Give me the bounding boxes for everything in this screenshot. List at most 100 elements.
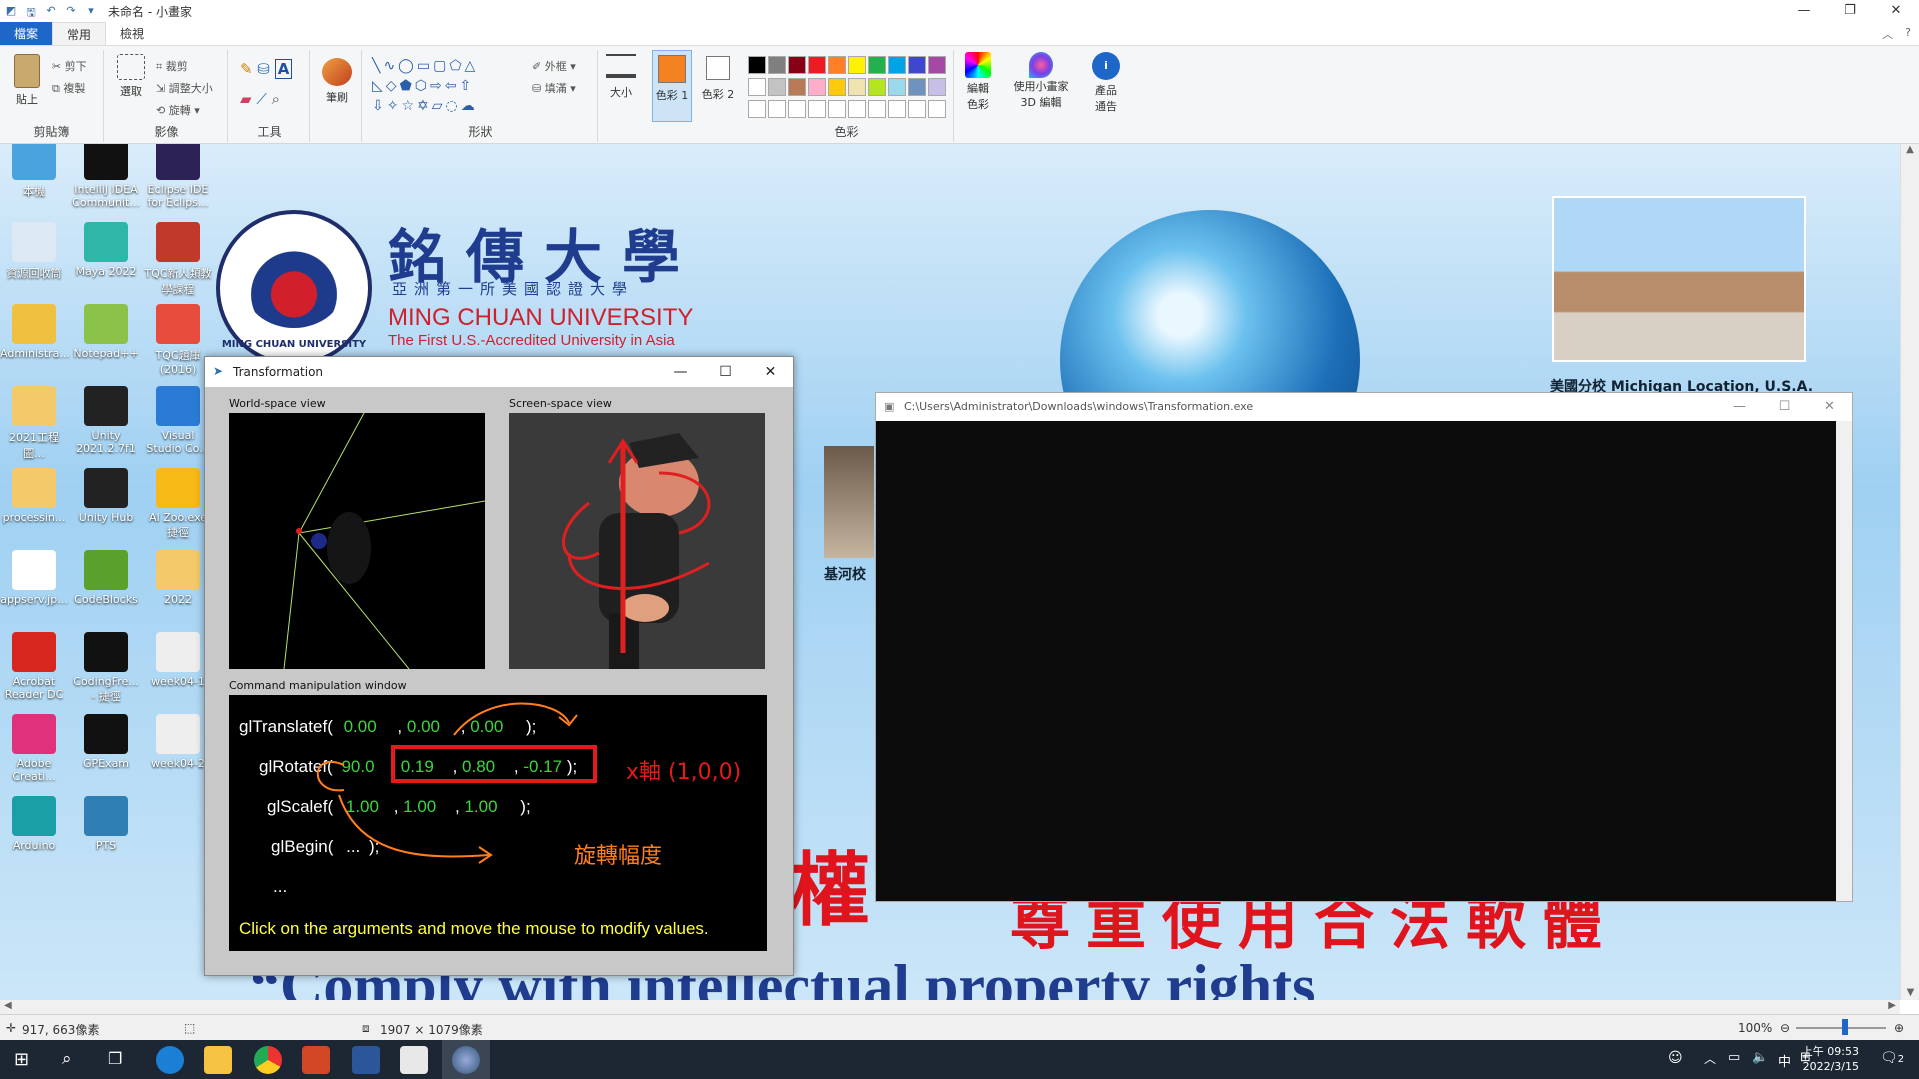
scroll-up-icon[interactable]: ▲ [1901, 144, 1919, 155]
diamond-shape-icon[interactable]: ◇ [386, 78, 400, 94]
scale-z-value[interactable]: 1.00 [464, 797, 497, 816]
scroll-down-icon[interactable]: ▼ [1901, 987, 1919, 998]
desktop-icon[interactable]: Maya 2022 [72, 222, 140, 278]
desktop-icon[interactable]: Eclipse IDE for Eclips... [144, 144, 212, 209]
desktop-icon[interactable]: appserv.jp... [0, 550, 68, 606]
scroll-right-icon[interactable]: ▶ [1888, 1000, 1896, 1011]
scroll-left-icon[interactable]: ◀ [4, 1000, 12, 1011]
paste-button[interactable]: 貼上 [8, 54, 46, 107]
desktop-icon[interactable]: PTS [72, 796, 140, 852]
custom-color-slot[interactable] [868, 100, 886, 118]
five-star-shape-icon[interactable]: ☆ [401, 98, 417, 114]
palette-swatch[interactable] [748, 78, 766, 96]
search-icon[interactable]: ⌕ [62, 1049, 72, 1069]
notification-icon[interactable]: 🗨2 [1880, 1050, 1904, 1066]
product-alert-button[interactable]: i 產品通告 [1086, 52, 1126, 116]
zoom-in-icon[interactable]: ⊕ [1894, 1021, 1904, 1035]
world-space-view[interactable] [229, 412, 486, 670]
crop-button[interactable]: ⌗ 裁剪 [156, 58, 188, 74]
translate-x-value[interactable]: 0.00 [344, 717, 377, 736]
brushes-group[interactable]: 筆刷 [312, 50, 362, 142]
polygon-shape-icon[interactable]: ⬠ [449, 58, 464, 74]
chrome-icon[interactable] [254, 1046, 282, 1074]
desktop-icon[interactable]: CodeBlocks [72, 550, 140, 606]
palette-swatch[interactable] [888, 56, 906, 74]
palette-swatch[interactable] [848, 56, 866, 74]
eraser-icon[interactable]: ▰ [240, 90, 252, 108]
color-picker-icon[interactable]: ⟋ [256, 90, 267, 108]
save-icon[interactable]: 🖫 [24, 4, 38, 19]
select-button[interactable]: 選取 [114, 54, 148, 99]
command-manipulation-window[interactable]: glTranslatef( 0.00 , 0.00 , 0.00 ); glRo… [229, 695, 767, 951]
up-arrow-shape-icon[interactable]: ⇧ [459, 78, 474, 94]
clock[interactable]: 上午 09:53 2022/3/15 [1802, 1044, 1859, 1074]
rounded-rect-shape-icon[interactable]: ▢ [433, 58, 449, 74]
desktop-icon[interactable]: Acrobat Reader DC [0, 632, 68, 701]
left-arrow-shape-icon[interactable]: ⇦ [445, 78, 460, 94]
color2-button[interactable]: 色彩 2 [698, 50, 738, 102]
tab-home[interactable]: 常用 [52, 22, 107, 45]
tray-chevron-icon[interactable]: ︿ [1704, 1050, 1716, 1067]
rect-shape-icon[interactable]: ▭ [417, 58, 433, 74]
fill-bucket-icon[interactable]: ⛁ [257, 60, 270, 78]
hexagon-shape-icon[interactable]: ⬡ [415, 78, 430, 94]
canvas-horizontal-scrollbar[interactable]: ◀ ▶ [0, 1000, 1900, 1014]
scale-y-value[interactable]: 1.00 [403, 797, 436, 816]
desktop-icon[interactable]: IntelliJ IDEA Communit... [72, 144, 140, 209]
custom-color-slot[interactable] [768, 100, 786, 118]
palette-swatch[interactable] [768, 78, 786, 96]
custom-color-slot[interactable] [848, 100, 866, 118]
maximize-button[interactable]: ❐ [1827, 0, 1873, 22]
palette-swatch[interactable] [868, 78, 886, 96]
brushes-button[interactable]: 筆刷 [320, 58, 354, 105]
four-star-shape-icon[interactable]: ✧ [387, 98, 402, 114]
collapse-ribbon-icon[interactable]: ︿ [1882, 26, 1893, 42]
desktop-icon[interactable]: TQC題庫(2016) [144, 304, 212, 376]
tab-file[interactable]: 檔案 [0, 22, 53, 45]
custom-color-slot[interactable] [808, 100, 826, 118]
desktop-icon[interactable]: CodingFre... - 捷徑 [72, 632, 140, 704]
shapes-gallery[interactable]: ╲∿◯▭▢⬠△ ◺◇⬟⬡⇨⇦⇧ ⇩✧☆✡▱◌☁ [372, 56, 478, 116]
console-minimize-button[interactable]: — [1717, 393, 1762, 421]
rotate-angle-value[interactable]: 90.0 [341, 757, 374, 776]
powerpoint-icon[interactable] [302, 1046, 330, 1074]
paint3d-button[interactable]: 使用小畫家 3D 編輯 [1008, 52, 1074, 110]
palette-swatch[interactable] [908, 56, 926, 74]
palette-swatch[interactable] [788, 56, 806, 74]
oval-shape-icon[interactable]: ◯ [398, 58, 417, 74]
volume-icon[interactable]: 🔈 [1752, 1050, 1768, 1065]
line-shape-icon[interactable]: ╲ [372, 58, 383, 74]
fill-button[interactable]: ⛁ 填滿 ▾ [532, 80, 576, 96]
palette-swatch[interactable] [888, 78, 906, 96]
desktop-icon[interactable]: Arduino [0, 796, 68, 852]
palette-swatch[interactable] [748, 56, 766, 74]
desktop-icon[interactable]: week04-1 [144, 632, 212, 688]
tw-maximize-button[interactable]: ☐ [703, 357, 748, 387]
edge-icon[interactable] [156, 1046, 184, 1074]
ime-indicator[interactable]: 中 [1778, 1051, 1791, 1070]
edit-colors-button[interactable]: 編輯色彩 [958, 52, 998, 114]
console-maximize-button[interactable]: ☐ [1762, 393, 1807, 421]
pencil-icon[interactable]: ✎ [240, 60, 253, 78]
oval-callout-shape-icon[interactable]: ◌ [446, 98, 461, 114]
desktop-icon[interactable]: Notepad++ [72, 304, 140, 360]
translate-y-value[interactable]: 0.00 [407, 717, 440, 736]
cut-button[interactable]: ✂ 剪下 [52, 58, 87, 74]
text-icon[interactable]: A [274, 59, 293, 79]
desktop-icon[interactable]: Adobe Creati... [0, 714, 68, 783]
desktop-icon[interactable]: Administra... [0, 304, 70, 360]
custom-color-slot[interactable] [908, 100, 926, 118]
console-window[interactable]: ▣ C:\Users\Administrator\Downloads\windo… [875, 392, 1853, 902]
task-view-icon[interactable]: ❐ [108, 1049, 122, 1068]
paint-taskbar-icon[interactable] [452, 1046, 480, 1074]
palette-swatch[interactable] [808, 78, 826, 96]
outline-button[interactable]: ✐ 外框 ▾ [532, 58, 576, 74]
magnifier-icon[interactable]: ⌕ [272, 90, 280, 108]
desktop-icon[interactable]: Visual Studio Co... [144, 386, 212, 455]
palette-swatch[interactable] [768, 56, 786, 74]
custom-color-slot[interactable] [788, 100, 806, 118]
scale-x-value[interactable]: 1.00 [346, 797, 379, 816]
custom-color-slot[interactable] [888, 100, 906, 118]
copy-button[interactable]: ⧉ 複製 [52, 80, 85, 96]
close-button[interactable]: ✕ [1873, 0, 1919, 22]
